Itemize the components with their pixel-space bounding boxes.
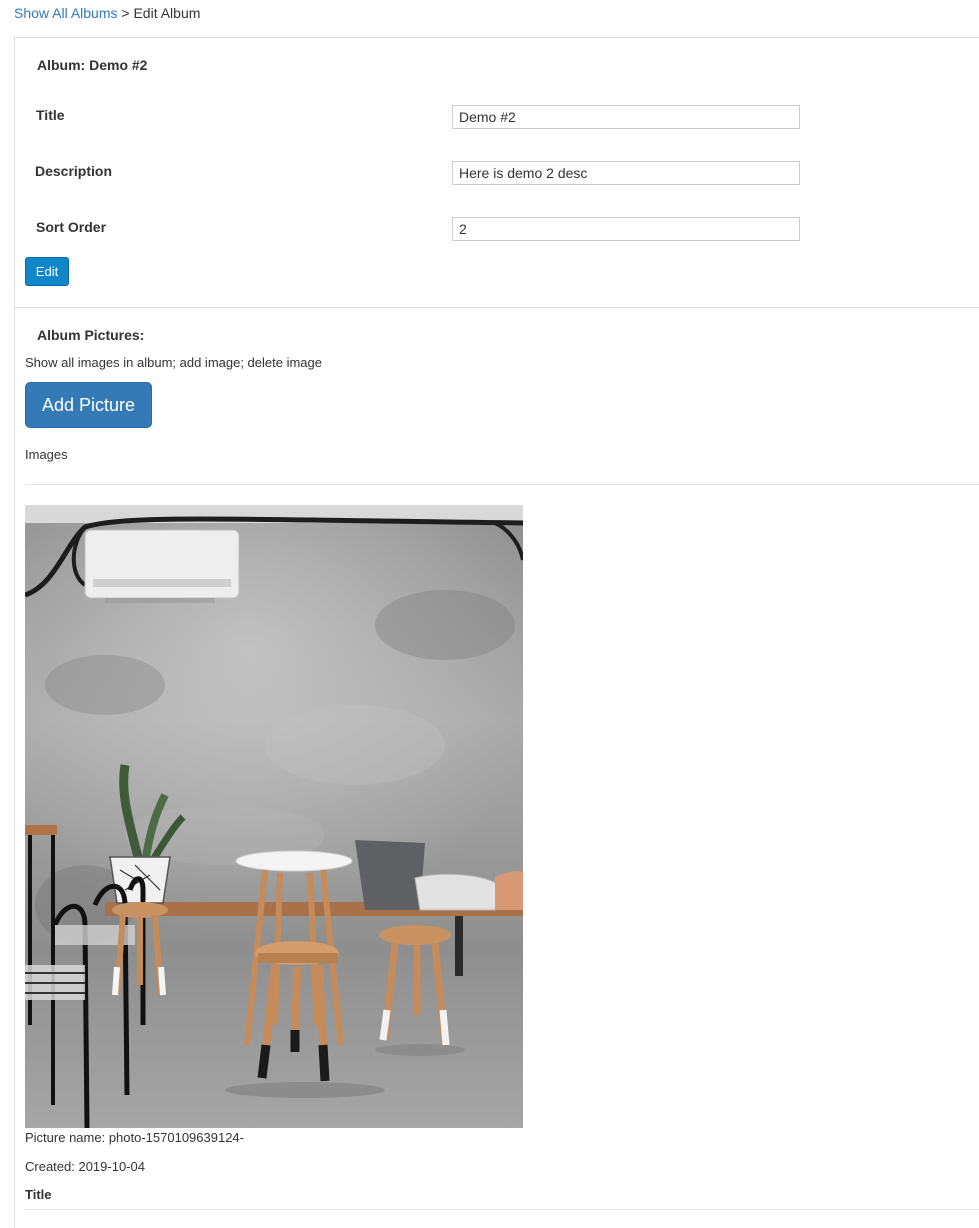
divider [25,484,979,485]
breadcrumb-separator: > [117,5,134,21]
breadcrumb-show-all-albums-link[interactable]: Show All Albums [14,5,118,21]
title-input[interactable] [452,105,800,129]
breadcrumb: Show All Albums > Edit Album [14,5,200,21]
description-label: Description [35,163,113,179]
sort-order-label: Sort Order [36,219,107,235]
album-heading: Album: Demo #2 [37,57,148,73]
picture-created: Created: 2019-10-04 [25,1159,145,1174]
album-picture-image [25,505,523,1128]
description-input[interactable] [452,161,800,185]
breadcrumb-current: Edit Album [133,5,201,21]
picture-name: Picture name: photo-1570109639124- [25,1130,244,1145]
bottom-divider [25,1209,979,1210]
edit-button[interactable]: Edit [25,257,69,286]
sort-order-input[interactable] [452,217,800,241]
images-label: Images [25,447,68,462]
album-pictures-help-text: Show all images in album; add image; del… [25,355,323,370]
album-pictures-heading: Album Pictures: [37,327,145,343]
add-picture-button[interactable]: Add Picture [25,382,152,428]
picture-title-label: Title [25,1187,52,1202]
title-label: Title [36,107,65,123]
